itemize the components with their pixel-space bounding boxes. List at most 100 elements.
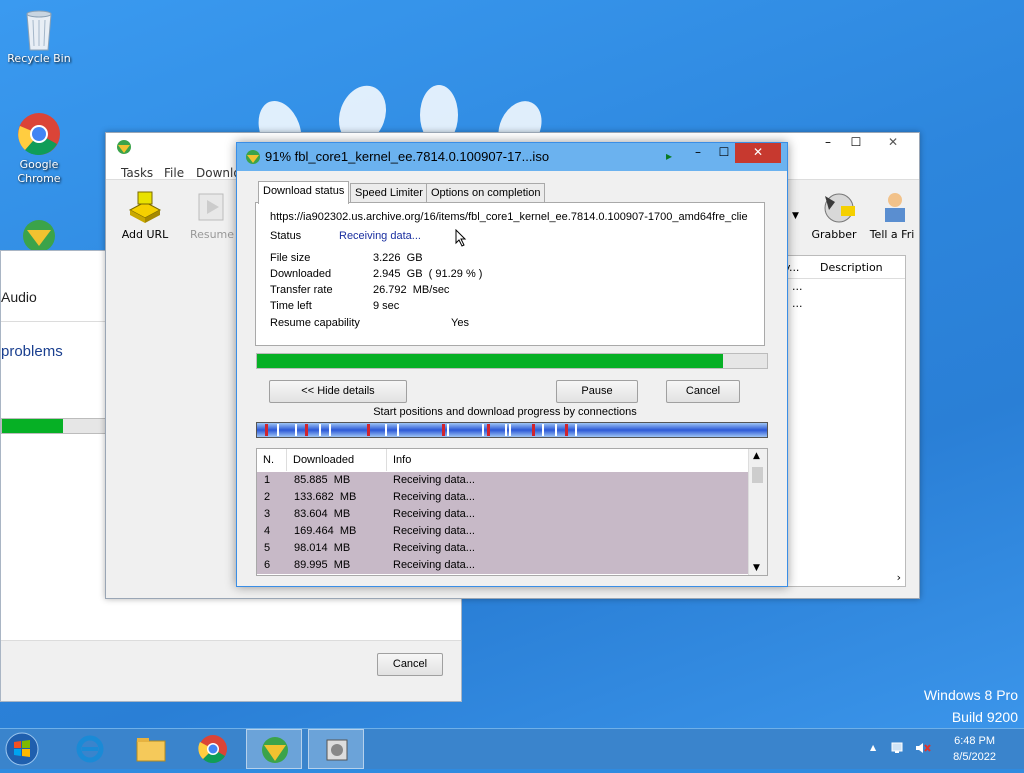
menu-file[interactable]: File [164, 166, 184, 180]
time-left-value: 9 sec [373, 300, 400, 312]
connection-position-marker [385, 424, 387, 436]
taskbar-file-explorer[interactable] [123, 729, 179, 769]
taskbar-chrome[interactable] [185, 729, 241, 769]
connection-n-cell: 1 [264, 474, 271, 486]
table-header-n[interactable]: N. [257, 449, 287, 471]
taskbar-clock[interactable]: 6:48 PM 8/5/2022 [953, 733, 996, 765]
connection-downloaded-cell: 85.885 MB [294, 474, 351, 486]
taskbar-idm[interactable] [246, 729, 302, 769]
idm-main-minimize-button[interactable]: – [814, 133, 842, 153]
menu-downloads[interactable]: Downlo [196, 166, 241, 180]
connection-position-marker [505, 424, 507, 436]
connection-info-cell: Receiving data... [393, 508, 475, 520]
dialog-maximize-button[interactable]: ☐ [711, 143, 737, 163]
hide-details-button[interactable]: << Hide details [269, 380, 407, 403]
desktop-icon-label: Google Chrome [17, 158, 61, 185]
transfer-rate-label: Transfer rate [270, 284, 333, 296]
desktop-icon-google-chrome[interactable]: Google Chrome [1, 112, 77, 186]
taskbar: ▲ 6:48 PM 8/5/2022 [0, 728, 1024, 769]
connection-position-marker [265, 424, 268, 436]
scroll-thumb[interactable] [752, 467, 763, 483]
dialog-minimize-button[interactable]: – [685, 143, 711, 163]
connection-row[interactable]: 3 83.604 MB Receiving data... [257, 506, 748, 523]
tab-download-status[interactable]: Download status [258, 181, 350, 204]
resume-capability-value: Yes [451, 317, 469, 329]
connection-n-cell: 3 [264, 508, 271, 520]
windows-watermark: Windows 8 Pro Build 9200 [924, 684, 1018, 728]
download-status-panel: https://ia902302.us.archive.org/16/items… [255, 202, 765, 346]
show-hidden-icons-icon[interactable]: ▲ [870, 743, 876, 752]
table-vertical-scrollbar[interactable]: ▲ ▼ [748, 449, 767, 575]
pause-button[interactable]: Pause [556, 380, 638, 403]
list-row[interactable]: ... [792, 297, 803, 310]
connection-info-cell: Receiving data... [393, 525, 475, 537]
connection-position-marker [509, 424, 511, 436]
dialog-close-button[interactable]: ✕ [735, 143, 781, 163]
connection-row[interactable]: 5 98.014 MB Receiving data... [257, 540, 748, 557]
tab-options-on-completion[interactable]: Options on completion [426, 183, 546, 203]
connection-position-marker [295, 424, 297, 436]
download-url: https://ia902302.us.archive.org/16/items… [270, 211, 748, 223]
connection-position-marker [555, 424, 557, 436]
desktop-icon-recycle-bin[interactable]: Recycle Bin [1, 6, 77, 65]
list-col-description[interactable]: Description [820, 261, 883, 274]
chrome-icon [17, 112, 61, 156]
tab-speed-limiter[interactable]: Speed Limiter [350, 183, 428, 203]
idm-dialog-icon [245, 150, 261, 164]
dialog-titlebar[interactable]: 91% fbl_core1_kernel_ee.7814.0.100907-17… [237, 143, 787, 171]
add-url-label: Add URL [121, 228, 169, 241]
dialog-minimize-to-tray-button[interactable]: ▸ [657, 147, 681, 167]
connection-row[interactable]: 2 133.682 MB Receiving data... [257, 489, 748, 506]
table-header-downloaded[interactable]: Downloaded [287, 449, 387, 471]
installer-progress-fill [2, 419, 64, 433]
connection-info-cell: Receiving data... [393, 559, 475, 571]
cancel-button[interactable]: Cancel [666, 380, 740, 403]
connection-row[interactable]: 4 169.464 MB Receiving data... [257, 523, 748, 540]
grabber-icon [815, 188, 855, 226]
connections-caption: Start positions and download progress by… [373, 406, 637, 418]
tell-a-friend-button[interactable]: Tell a Fri [862, 188, 922, 241]
taskbar-installer[interactable] [308, 729, 364, 769]
idm-globe-icon [262, 737, 288, 763]
folder-icon [136, 738, 166, 762]
resume-icon [193, 188, 231, 226]
scroll-down-icon[interactable]: ▼ [753, 563, 760, 573]
connection-downloaded-cell: 98.014 MB [294, 542, 351, 554]
idm-main-maximize-button[interactable]: ☐ [842, 133, 870, 153]
transfer-rate-value: 26.792 MB/sec [373, 284, 450, 296]
windows-start-icon [5, 732, 39, 766]
list-row[interactable]: ... [792, 280, 803, 293]
connection-row[interactable]: 6 89.995 MB Receiving data... [257, 557, 748, 574]
connection-downloaded-cell: 169.464 MB [294, 525, 357, 537]
idm-main-close-button[interactable]: ✕ [870, 133, 916, 153]
table-header-info[interactable]: Info [387, 449, 748, 471]
internet-explorer-icon [76, 735, 104, 763]
connection-position-marker [305, 424, 308, 436]
connection-position-marker [277, 424, 279, 436]
list-scroll-right-icon[interactable]: › [897, 571, 901, 584]
taskbar-internet-explorer[interactable] [62, 729, 118, 769]
chrome-icon [198, 735, 227, 764]
clock-time: 6:48 PM [954, 735, 996, 747]
connection-position-marker [487, 424, 490, 436]
list-header: y... Description [782, 256, 905, 279]
toolbar-dropdown-arrow-icon[interactable]: ▼ [792, 211, 799, 221]
network-icon[interactable] [890, 741, 906, 755]
download-progress-fill [257, 354, 723, 368]
add-url-icon [126, 188, 164, 226]
start-button[interactable] [0, 729, 56, 769]
connection-position-marker [542, 424, 544, 436]
grabber-button[interactable]: Grabber [804, 188, 864, 241]
download-list-panel: y... Description ... ... › [781, 255, 906, 587]
connection-row[interactable]: 1 85.885 MB Receiving data... [257, 472, 748, 489]
menu-tasks[interactable]: Tasks [121, 166, 153, 180]
add-url-button[interactable]: Add URL [115, 188, 175, 241]
installer-cancel-button[interactable]: Cancel [377, 653, 443, 676]
file-size-value: 3.226 GB [373, 252, 423, 264]
volume-muted-icon[interactable] [914, 741, 932, 755]
scroll-up-icon[interactable]: ▲ [753, 451, 760, 461]
connection-info-cell: Receiving data... [393, 474, 475, 486]
clock-date: 8/5/2022 [953, 751, 996, 763]
connection-downloaded-cell: 89.995 MB [294, 559, 351, 571]
resume-button[interactable]: Resume [182, 188, 242, 241]
